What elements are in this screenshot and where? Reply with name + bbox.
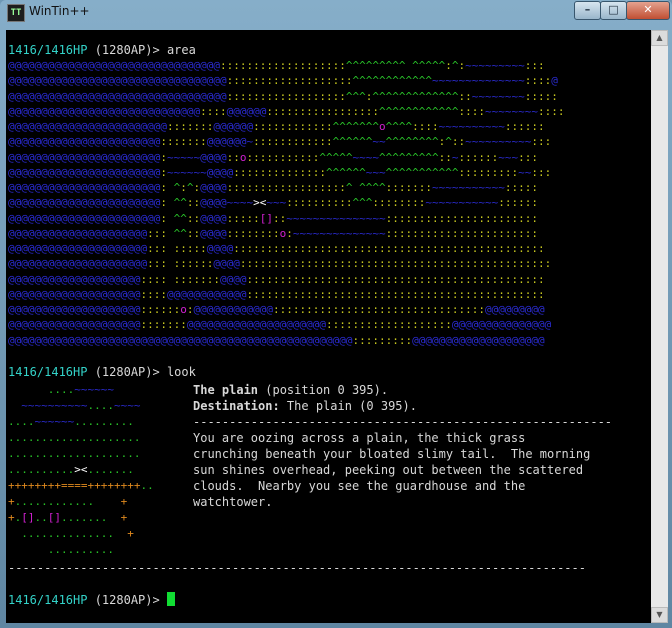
window-title: WinTin++ bbox=[29, 4, 90, 18]
prompt-line-area: 1416/1416HP (1280AP)> area bbox=[8, 42, 649, 58]
map-row: @@@@@@@@@@@@@@@@@@@@@@@@@@@@@@@@@:::::::… bbox=[8, 74, 558, 88]
map-row: @@@@@@@@@@@@@@@@@@@@@@@@@@@@@@@@::::::::… bbox=[8, 59, 545, 72]
app-window: TT WinTin++ – □ ✕ 1416/1416HP (1280AP)> … bbox=[0, 0, 672, 628]
prompt-command: (1280AP)> look bbox=[87, 364, 196, 379]
minimap-row: +.[]..[]....... + bbox=[8, 510, 128, 524]
map-row: @@@@@@@@@@@@@@@@@@@@@@@@@@@@@@@@@:::::::… bbox=[8, 89, 558, 103]
minimap: ....~~~~~~ ~~~~~~~~~~....~~~~ ....~~~~~~.… bbox=[8, 382, 193, 560]
map-row: @@@@@@@@@@@@@@@@@@@@::::::o:@@@@@@@@@@@@… bbox=[8, 303, 545, 316]
description-line: You are oozing across a plain, the thick… bbox=[193, 430, 526, 445]
map-row: @@@@@@@@@@@@@@@@@@@@@@@: ^^::@@@@:::::[]… bbox=[8, 211, 538, 225]
prompt-line-look: 1416/1416HP (1280AP)> look bbox=[8, 364, 649, 380]
room-name: The plain bbox=[193, 382, 259, 397]
map-row: @@@@@@@@@@@@@@@@@@@@@@@:~~~~~@@@@::o::::… bbox=[8, 150, 538, 164]
room-position: (position 0 395). bbox=[258, 382, 389, 397]
description-line: clouds. Nearby you see the guardhouse an… bbox=[193, 478, 526, 493]
minimap-row: +............ + bbox=[8, 494, 128, 508]
scroll-down-arrow-icon[interactable]: ▼ bbox=[651, 607, 668, 623]
input-cursor[interactable] bbox=[166, 591, 175, 606]
room-title-line: The plain (position 0 395). bbox=[193, 382, 643, 398]
map-row: @@@@@@@@@@@@@@@@@@@@@@@@:::::::@@@@@@:::… bbox=[8, 120, 545, 133]
minimap-row: .................... bbox=[8, 430, 141, 444]
hp-readout: 1416/1416HP bbox=[8, 364, 88, 379]
description-line: sun shines overhead, peeking out between… bbox=[193, 462, 584, 477]
map-row: @@@@@@@@@@@@@@@@@@@@@@@: ^:^:@@@@:::::::… bbox=[8, 181, 538, 194]
title-bar[interactable]: TT WinTin++ – □ ✕ bbox=[0, 0, 672, 24]
map-row: @@@@@@@@@@@@@@@@@@@@@@@:~~~~~~@@@@::::::… bbox=[8, 165, 552, 179]
app-icon[interactable]: TT bbox=[7, 4, 25, 22]
vertical-scrollbar[interactable]: ▲ ▼ bbox=[651, 30, 668, 623]
destination-value: The plain (0 395). bbox=[279, 398, 417, 413]
destination-line: Destination: The plain (0 395). bbox=[193, 398, 643, 414]
minimap-row: .................... bbox=[8, 446, 141, 460]
minimap-row: ....~~~~~~......... bbox=[8, 414, 134, 428]
prompt-line-input[interactable]: 1416/1416HP (1280AP)> bbox=[8, 591, 649, 608]
map-row: @@@@@@@@@@@@@@@@@@@@@@@: ^^::@@@@~~~~><~… bbox=[8, 196, 538, 210]
minimap-row: ++++++++====++++++++.. bbox=[8, 478, 154, 492]
bottom-rule: ----------------------------------------… bbox=[8, 560, 586, 575]
destination-label: Destination: bbox=[193, 398, 280, 413]
description-line: crunching beneath your bloated slimy tai… bbox=[193, 446, 591, 461]
map-row: @@@@@@@@@@@@@@@@@@@@@@@:::::::@@@@@@~:::… bbox=[8, 135, 552, 149]
map-row: @@@@@@@@@@@@@@@@@@@@@@@@@@@@@@@@@@@@@@@@… bbox=[8, 333, 545, 347]
room-description: The plain (position 0 395). Destination:… bbox=[193, 382, 643, 560]
terminal-output[interactable]: 1416/1416HP (1280AP)> area @@@@@@@@@@@@@… bbox=[6, 30, 651, 623]
minimap-row: .......... bbox=[47, 542, 114, 556]
separator: ----------------------------------------… bbox=[193, 414, 613, 429]
minimap-row: ....~~~~~~ bbox=[47, 382, 114, 396]
map-row: @@@@@@@@@@@@@@@@@@@@@::: ^^::@@@@:::::::… bbox=[8, 226, 538, 240]
minimap-row: .............. + bbox=[21, 526, 134, 540]
description-line: watchtower. bbox=[193, 494, 273, 509]
map-row: @@@@@@@@@@@@@@@@@@@@::::@@@@@@@@@@@@::::… bbox=[8, 287, 545, 301]
maximize-button[interactable]: □ bbox=[600, 1, 627, 20]
prompt-command: (1280AP)> bbox=[87, 592, 167, 607]
minimize-button[interactable]: – bbox=[574, 1, 601, 20]
map-row: @@@@@@@@@@@@@@@@@@@@@::: :::::@@@@::::::… bbox=[8, 242, 545, 255]
hp-readout: 1416/1416HP bbox=[8, 592, 88, 607]
map-row: @@@@@@@@@@@@@@@@@@@@:::: :::::::@@@@::::… bbox=[8, 272, 545, 286]
look-output: ....~~~~~~ ~~~~~~~~~~....~~~~ ....~~~~~~.… bbox=[8, 382, 649, 560]
map-row: @@@@@@@@@@@@@@@@@@@@@::: ::::::@@@@:::::… bbox=[8, 257, 552, 271]
prompt-command: (1280AP)> area bbox=[87, 43, 196, 57]
scroll-up-arrow-icon[interactable]: ▲ bbox=[651, 30, 668, 46]
map-row: @@@@@@@@@@@@@@@@@@@@:::::::@@@@@@@@@@@@@… bbox=[8, 318, 552, 332]
area-map: @@@@@@@@@@@@@@@@@@@@@@@@@@@@@@@@::::::::… bbox=[8, 58, 649, 348]
hp-readout: 1416/1416HP bbox=[8, 43, 88, 57]
minimap-row: ..........><....... bbox=[8, 462, 134, 476]
map-row: @@@@@@@@@@@@@@@@@@@@@@@@@@@@@::::@@@@@@:… bbox=[8, 104, 565, 118]
minimap-row: ~~~~~~~~~~....~~~~ bbox=[21, 398, 141, 412]
close-button[interactable]: ✕ bbox=[626, 1, 670, 20]
